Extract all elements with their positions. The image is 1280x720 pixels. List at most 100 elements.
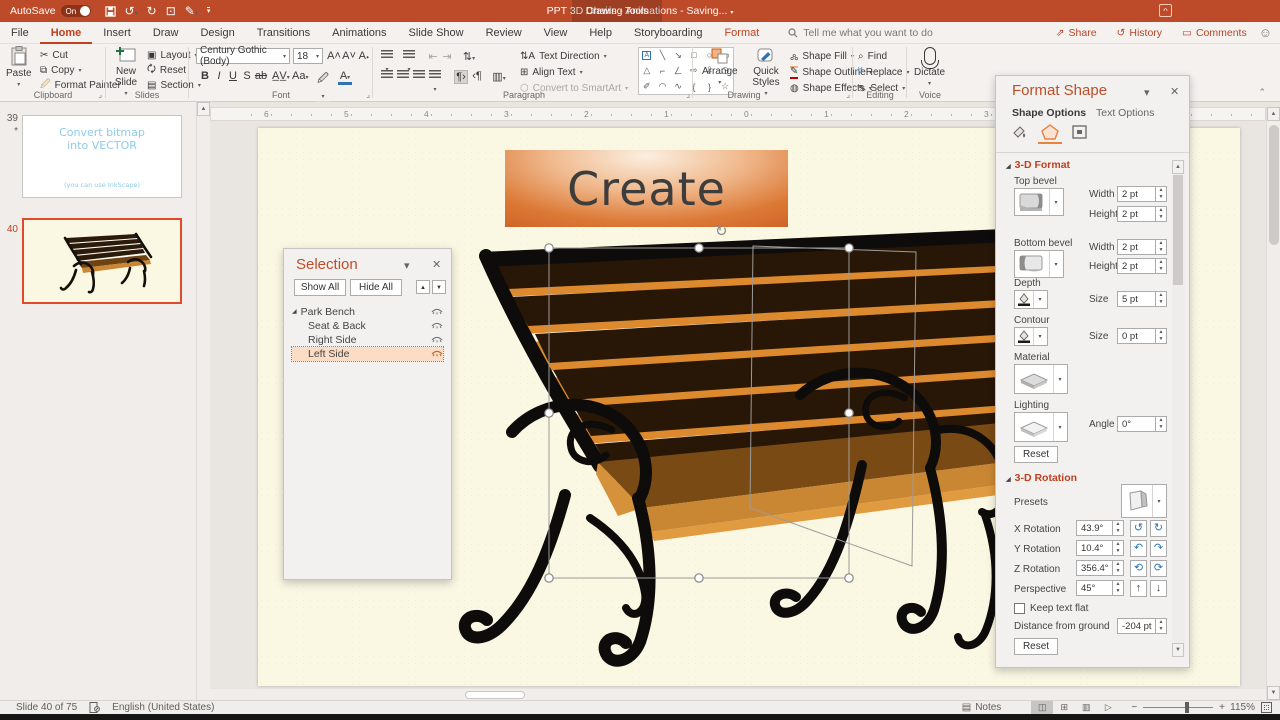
selection-pane-menu-icon[interactable]: ▾	[404, 259, 410, 272]
columns-button[interactable]: ▥▾	[492, 70, 506, 83]
y-rotation-field[interactable]: 10.4°▲▼	[1076, 540, 1124, 556]
clipboard-dialog-launcher[interactable]: ⌟	[98, 90, 102, 99]
align-text-button[interactable]: ⊞Align Text▾	[520, 65, 583, 79]
comments-button[interactable]: ▭Comments	[1174, 25, 1255, 41]
find-button[interactable]: ⌕Find	[858, 49, 887, 63]
tab-review[interactable]: Review	[475, 22, 533, 44]
tab-slide-show[interactable]: Slide Show	[398, 22, 475, 44]
replace-button[interactable]: ᵇ̔Replace▾	[858, 65, 910, 79]
fit-slide-to-window-icon[interactable]	[1261, 702, 1272, 713]
autosave-toggle[interactable]: On	[61, 5, 91, 17]
paste-button[interactable]: Paste▾	[6, 46, 32, 88]
selection-pane-close-icon[interactable]: ✕	[432, 258, 441, 271]
character-spacing-button[interactable]: A̲V̲▾	[272, 70, 286, 82]
spinner[interactable]: ▲▼	[1112, 561, 1123, 575]
font-name-combo[interactable]: Century Gothic (Body)▾	[196, 48, 290, 64]
cut-button[interactable]: ✂Cut	[40, 48, 68, 62]
selection-item-seat-back[interactable]: Seat & Back	[292, 319, 443, 333]
language-indicator[interactable]: English (United States)	[112, 702, 214, 713]
depth-size-field[interactable]: 5 pt▲▼	[1117, 291, 1167, 307]
customize-qat-button[interactable]: ▾	[207, 7, 211, 16]
thumbnail-scroll-up-icon[interactable]: ▲	[197, 102, 210, 116]
bottom-bevel-width-field[interactable]: 2 pt▲▼	[1117, 239, 1167, 255]
vertical-scrollbar[interactable]: ▲ ▼	[1266, 107, 1280, 700]
spinner[interactable]: ▲▼	[1155, 292, 1166, 306]
change-case-button[interactable]: Aa▾	[292, 70, 306, 82]
spinner[interactable]: ▲▼	[1155, 207, 1166, 221]
font-color-button[interactable]: A▾	[338, 70, 352, 85]
align-right-button[interactable]	[412, 70, 426, 82]
spinner[interactable]: ▲▼	[1155, 619, 1166, 633]
slide-40-thumbnail[interactable]	[22, 218, 182, 304]
spinner[interactable]: ▲▼	[1155, 417, 1166, 431]
increase-indent-button[interactable]: ⇥	[440, 50, 454, 63]
tab-shape-options[interactable]: Shape Options	[1012, 107, 1086, 119]
undo-button[interactable]: ↺▾	[125, 4, 138, 18]
z-rotate-ccw-button[interactable]: ⟲	[1130, 560, 1147, 577]
selection-item-right-side[interactable]: Right Side	[292, 333, 443, 347]
collapse-ribbon-button[interactable]: ⌃	[1258, 87, 1266, 98]
ribbon-display-options-icon[interactable]: ᴖ	[1159, 4, 1172, 17]
tab-storyboarding[interactable]: Storyboarding	[623, 22, 714, 44]
top-bevel-button[interactable]: ▾	[1014, 188, 1064, 216]
share-button[interactable]: ⇗Share	[1048, 25, 1105, 41]
vertical-scroll-thumb[interactable]	[1269, 125, 1279, 245]
tab-transitions[interactable]: Transitions	[246, 22, 321, 44]
tab-home[interactable]: Home	[40, 22, 93, 44]
spinner[interactable]: ▲▼	[1112, 541, 1123, 555]
tab-format[interactable]: Format	[713, 22, 770, 44]
pane-scroll-down-icon[interactable]: ▼	[1172, 643, 1184, 657]
align-center-button[interactable]	[396, 70, 410, 82]
spinner[interactable]: ▲▼	[1112, 521, 1123, 535]
italic-button[interactable]: I	[212, 70, 226, 82]
slide-39-thumbnail[interactable]: Convert bitmap into VECTOR (you can use …	[22, 115, 182, 198]
perspective-down-button[interactable]: ↓	[1150, 580, 1167, 597]
copy-button[interactable]: ⧉Copy▾	[40, 63, 82, 77]
decrease-indent-button[interactable]: ⇤	[426, 50, 440, 63]
pane-scroll-up-icon[interactable]: ▲	[1172, 160, 1184, 174]
tell-me-box[interactable]: Tell me what you want to do	[788, 27, 933, 39]
tab-animations[interactable]: Animations	[321, 22, 397, 44]
depth-color-button[interactable]: ▾	[1014, 290, 1048, 309]
perspective-field[interactable]: 45°▲▼	[1076, 580, 1124, 596]
font-size-combo[interactable]: 18▾	[293, 48, 323, 64]
feedback-smiley-icon[interactable]: ☺	[1259, 25, 1272, 40]
visibility-eye-icon[interactable]	[431, 334, 443, 346]
bottom-bevel-height-field[interactable]: 2 pt▲▼	[1117, 258, 1167, 274]
shadow-button[interactable]: S	[240, 70, 254, 82]
zoom-out-button[interactable]: −	[1131, 702, 1137, 713]
selection-item-park-bench[interactable]: ◢ Park Bench	[292, 305, 443, 319]
dictate-button[interactable]: Dictate▾	[914, 47, 945, 87]
contour-size-field[interactable]: 0 pt▲▼	[1117, 328, 1167, 344]
bottom-bevel-button[interactable]: ▾	[1014, 250, 1064, 278]
y-rotate-up-button[interactable]: ↶	[1130, 540, 1147, 557]
grow-font-button[interactable]: A˄	[327, 50, 341, 62]
redo-button[interactable]: ↻	[147, 4, 157, 18]
rotation-reset-button[interactable]: Reset	[1014, 638, 1058, 655]
x-rotation-field[interactable]: 43.9°▲▼	[1076, 520, 1124, 536]
align-left-button[interactable]	[380, 70, 394, 82]
perspective-up-button[interactable]: ↑	[1130, 580, 1147, 597]
spinner[interactable]: ▲▼	[1155, 240, 1166, 254]
section-3d-rotation[interactable]: ◢3-D Rotation	[1006, 472, 1077, 484]
spinner[interactable]: ▲▼	[1155, 329, 1166, 343]
show-all-button[interactable]: Show All	[294, 279, 346, 296]
presets-button[interactable]: ▾	[1121, 484, 1167, 518]
x-rotate-left-button[interactable]: ↺	[1130, 520, 1147, 537]
arrange-button[interactable]: Arrange▾	[702, 48, 738, 86]
y-rotate-down-button[interactable]: ↷	[1150, 540, 1167, 557]
selection-item-left-side[interactable]: Left Side	[292, 347, 443, 361]
reset-button[interactable]: 🗘Reset	[147, 63, 186, 77]
slide-counter[interactable]: Slide 40 of 75	[16, 702, 77, 713]
format-reset-button[interactable]: Reset	[1014, 446, 1058, 463]
reading-view-button[interactable]: ▥	[1075, 701, 1097, 714]
zoom-slider[interactable]	[1143, 707, 1213, 708]
z-rotation-field[interactable]: 356.4°▲▼	[1076, 560, 1124, 576]
underline-button[interactable]: U	[226, 70, 240, 82]
x-rotate-right-button[interactable]: ↻	[1150, 520, 1167, 537]
notes-button[interactable]: ▤Notes	[962, 702, 1002, 713]
start-from-beginning-button[interactable]: ⊡	[166, 4, 176, 18]
tab-help[interactable]: Help	[578, 22, 623, 44]
tab-text-options[interactable]: Text Options	[1096, 107, 1154, 119]
zoom-level[interactable]: 115%	[1225, 702, 1255, 713]
